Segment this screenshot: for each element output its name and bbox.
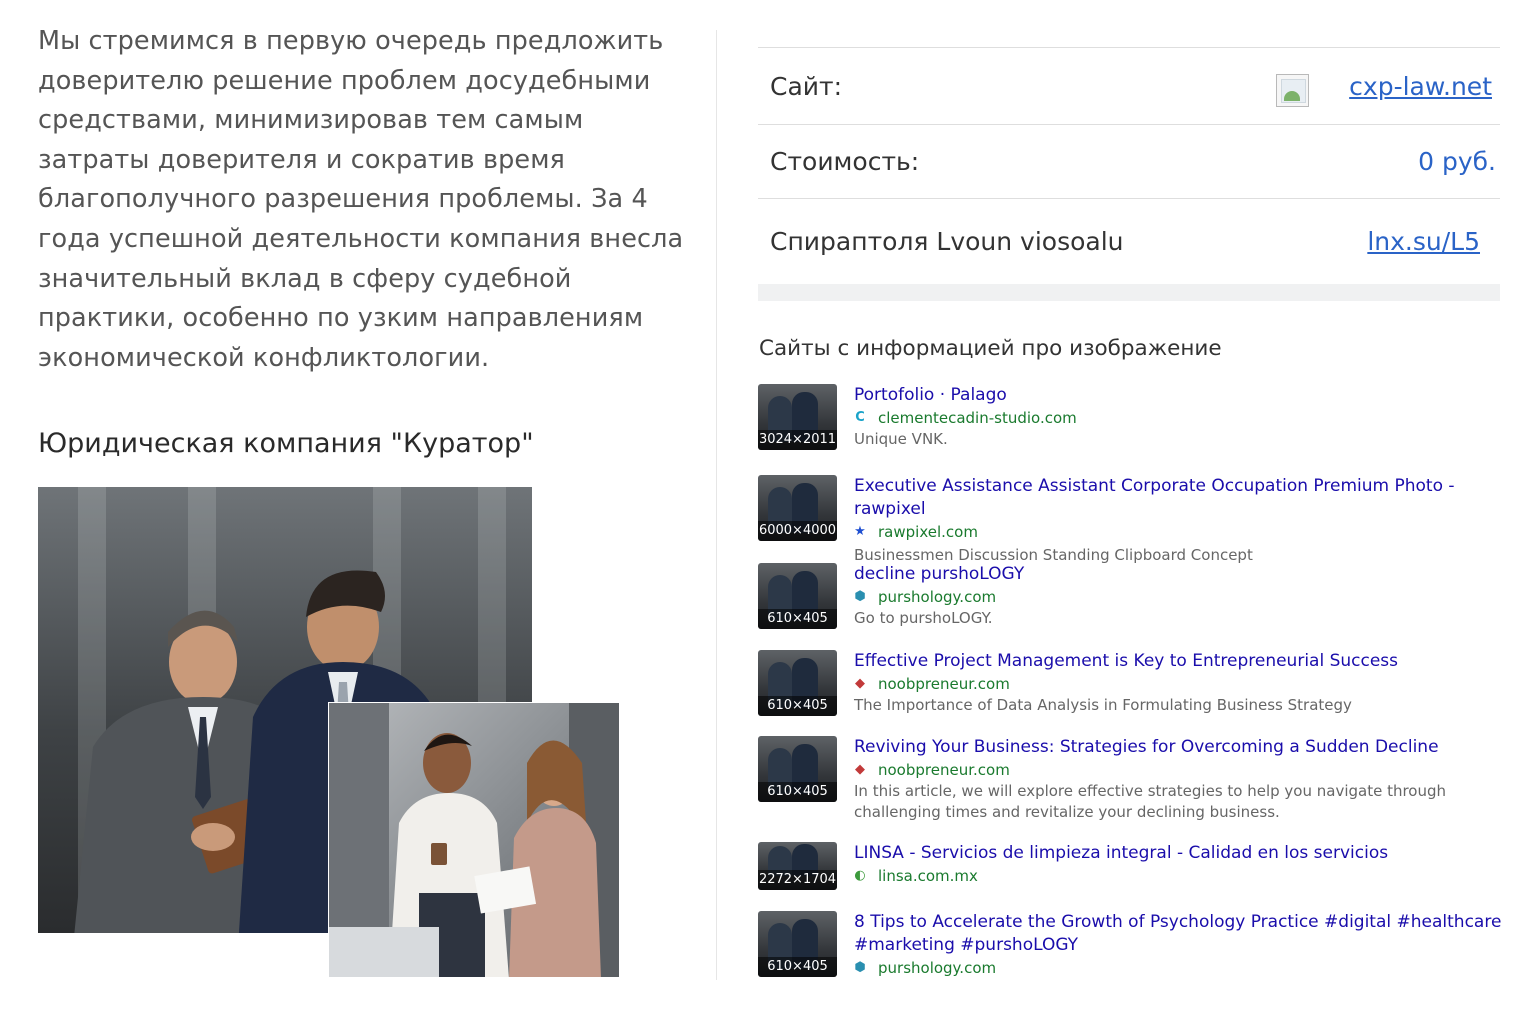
result-thumbnail[interactable]: 2272×1704 [758,842,837,890]
intro-text: Мы стремимся в первую очередь предложить… [38,26,684,373]
column-divider [716,30,717,980]
result-site[interactable]: ◐ linsa.com.mx [854,865,1504,887]
result-site[interactable]: ◆ noobpreneur.com [854,759,1504,781]
star-icon: ★ [854,524,866,539]
short-link[interactable]: lnx.su/L5 [1367,227,1480,256]
result-title-link[interactable]: decline pursho​LOGY [854,563,1504,586]
result-title-link[interactable]: Executive Assistance Assistant Corporate… [854,475,1504,521]
short-link-label: Спираптоля Lvoun viosoalu [770,226,1124,256]
result-domain: rawpixel.com [878,523,978,541]
cost-value: 0 руб. [1418,147,1496,176]
thumbnail-size-label: 610×405 [758,957,837,977]
result-domain: purshology.com [878,588,997,606]
thumbnail-size-label: 610×405 [758,696,837,716]
info-row-short-link: Спираптоля Lvoun viosoalu lnx.su/L5 [758,199,1500,283]
site-favicon-icon: ◆ [855,676,865,691]
result-description: In this article, we will explore effecti… [854,782,1447,821]
info-row-cost: Стоимость: 0 руб. [758,125,1500,199]
thumbnail-size-label: 6000×4000 [758,521,837,541]
cost-label: Стоимость: [770,147,920,176]
result-description: Go to purshoLOGY. [854,609,993,627]
result-thumbnail[interactable]: 6000×4000 [758,475,837,541]
result-title-link[interactable]: Effective Project Management is Key to E… [854,650,1504,673]
result-thumbnail[interactable]: 610×405 [758,563,837,629]
thumbnail-size-label: 3024×2011 [758,430,837,450]
left-column: Мы стремимся в первую очередь предложить… [38,22,698,378]
result-domain: noobpreneur.com [878,761,1010,779]
result-domain: clementecadin-studio.com [878,409,1077,427]
colleagues-figure [329,703,619,977]
info-table: Сайт: cxp-law.net Стоимость: 0 руб. Спир… [758,47,1500,283]
result-thumbnail[interactable]: 3024×2011 [758,384,837,450]
thumbnail-size-label: 610×405 [758,609,837,629]
sites-section-title: Сайты с информацией про изображение [759,336,1222,361]
result-title-link[interactable]: LINSA - Servicios de limpieza integral -… [854,842,1504,865]
result-site[interactable]: ⬢ purshology.com [854,957,1504,979]
result-site[interactable]: Cclementecadin-studio.com [854,407,1504,429]
thumbnail-size-label: 2272×1704 [758,870,837,890]
result-domain: purshology.com [878,959,997,977]
site-favicon-icon: ◆ [855,762,865,777]
result-domain: noobpreneur.com [878,675,1010,693]
site-favicon-icon: ⬢ [854,589,866,604]
site-favicon-icon: ⬢ [854,960,866,975]
thumbnail-size-label: 610×405 [758,782,837,802]
result-thumbnail[interactable]: 610×405 [758,911,837,977]
info-row-site: Сайт: cxp-law.net [758,48,1500,125]
result-domain: linsa.com.mx [878,867,978,885]
result-title-link[interactable]: Portofolio · Palago [854,384,1504,407]
result-description: The Importance of Data Analysis in Formu… [854,696,1352,714]
site-label: Сайт: [770,71,843,101]
site-link[interactable]: cxp-law.net [1349,72,1492,101]
result-thumbnail[interactable]: 610×405 [758,736,837,802]
secondary-photo [328,702,620,978]
result-thumbnail[interactable]: 610×405 [758,650,837,716]
broken-image-icon [1276,74,1309,107]
site-favicon-icon: C [855,410,865,425]
site-favicon-icon: ◐ [854,868,866,883]
company-title: Юридическая компания "Куратор" [38,428,534,459]
result-site[interactable]: ★ rawpixel.com [854,521,1504,543]
result-site[interactable]: ⬢ purshology.com [854,586,1504,608]
section-separator [758,284,1500,301]
result-description: Unique VNK. [854,430,948,448]
result-site[interactable]: ◆ noobpreneur.com [854,673,1504,695]
result-title-link[interactable]: Reviving Your Business: Strategies for O… [854,736,1504,759]
result-title-link[interactable]: 8 Tips to Accelerate the Growth of Psych… [854,911,1504,957]
